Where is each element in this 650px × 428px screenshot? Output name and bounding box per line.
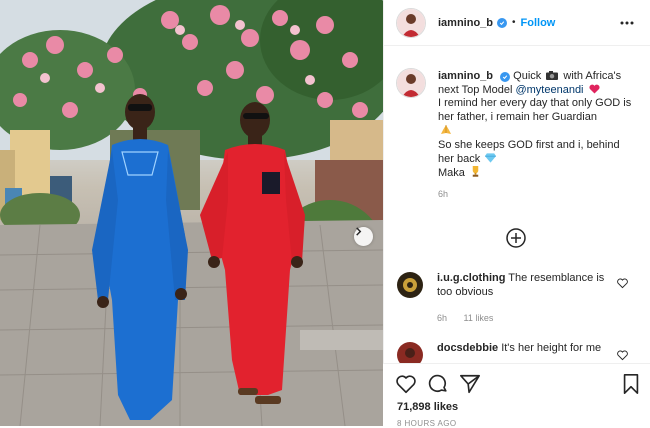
- header-separator: •: [512, 17, 516, 28]
- comment-text: docsdebbie It's her height for me: [437, 342, 607, 356]
- camera-emoji-icon: [546, 71, 559, 80]
- caption-part: So she keeps GOD first and i, behind her…: [438, 138, 620, 165]
- post-caption: iamnino_b Quick with Africa's next Top M…: [396, 68, 638, 199]
- bookmark-icon[interactable]: [620, 373, 642, 395]
- commenter-username[interactable]: i.u.g.clothing: [437, 272, 505, 284]
- more-options-icon[interactable]: [619, 15, 635, 31]
- comment-body: It's her height for me: [501, 342, 602, 354]
- comment-meta: 6h 11 likes: [437, 313, 607, 323]
- avatar-image: [397, 8, 425, 37]
- like-count[interactable]: 71,898 likes: [397, 401, 458, 413]
- comment-text: i.u.g.clothing The resemblance is too ob…: [437, 272, 607, 299]
- caption-part: Quick: [513, 70, 542, 82]
- comment-timestamp[interactable]: 6h: [437, 313, 447, 323]
- comment-likes[interactable]: 11 likes: [464, 313, 494, 323]
- avatar-image: [397, 272, 423, 298]
- chevron-right-icon: [356, 227, 362, 236]
- avatar-image: [397, 69, 425, 97]
- post-photo[interactable]: [0, 0, 383, 426]
- author-username[interactable]: iamnino_b: [438, 17, 493, 29]
- trophy-emoji-icon: [472, 166, 479, 177]
- verified-badge-icon: [500, 72, 511, 82]
- post-age[interactable]: 8 HOURS AGO: [397, 419, 457, 428]
- follow-button[interactable]: Follow: [521, 17, 556, 29]
- gem-emoji-icon: [485, 152, 497, 163]
- author-avatar[interactable]: [396, 7, 426, 38]
- praying-hands-emoji-icon: [441, 125, 451, 135]
- instagram-post: iamnino_b • Follow iamnino_b Quick with …: [0, 0, 650, 428]
- photo-illustration: [0, 0, 383, 426]
- heart-icon[interactable]: [395, 373, 417, 395]
- next-photo-button[interactable]: [354, 227, 373, 246]
- caption-mention-link[interactable]: @myteenandi: [515, 84, 583, 96]
- verified-badge-icon: [497, 17, 508, 28]
- post-header: iamnino_b • Follow: [384, 0, 650, 46]
- caption-avatar[interactable]: [396, 68, 426, 98]
- caption-part: Maka: [438, 167, 465, 180]
- plus-circle-icon[interactable]: [505, 227, 527, 249]
- commenter-username[interactable]: docsdebbie: [437, 342, 498, 354]
- comment-like-heart-icon[interactable]: [617, 350, 628, 361]
- comment-item: i.u.g.clothing The resemblance is too ob…: [397, 272, 640, 323]
- comment-like-heart-icon[interactable]: [617, 278, 628, 289]
- caption-username[interactable]: iamnino_b: [438, 70, 493, 82]
- commenter-avatar[interactable]: [397, 272, 423, 298]
- caption-text: iamnino_b Quick with Africa's next Top M…: [438, 70, 638, 181]
- send-icon[interactable]: [459, 373, 481, 395]
- caption-part: I remind her every day that only GOD is …: [438, 97, 632, 123]
- red-heart-emoji-icon: [589, 84, 600, 94]
- caption-timestamp[interactable]: 6h: [438, 189, 638, 199]
- comment-icon[interactable]: [427, 373, 449, 395]
- post-actions: 71,898 likes 8 HOURS AGO: [383, 363, 650, 428]
